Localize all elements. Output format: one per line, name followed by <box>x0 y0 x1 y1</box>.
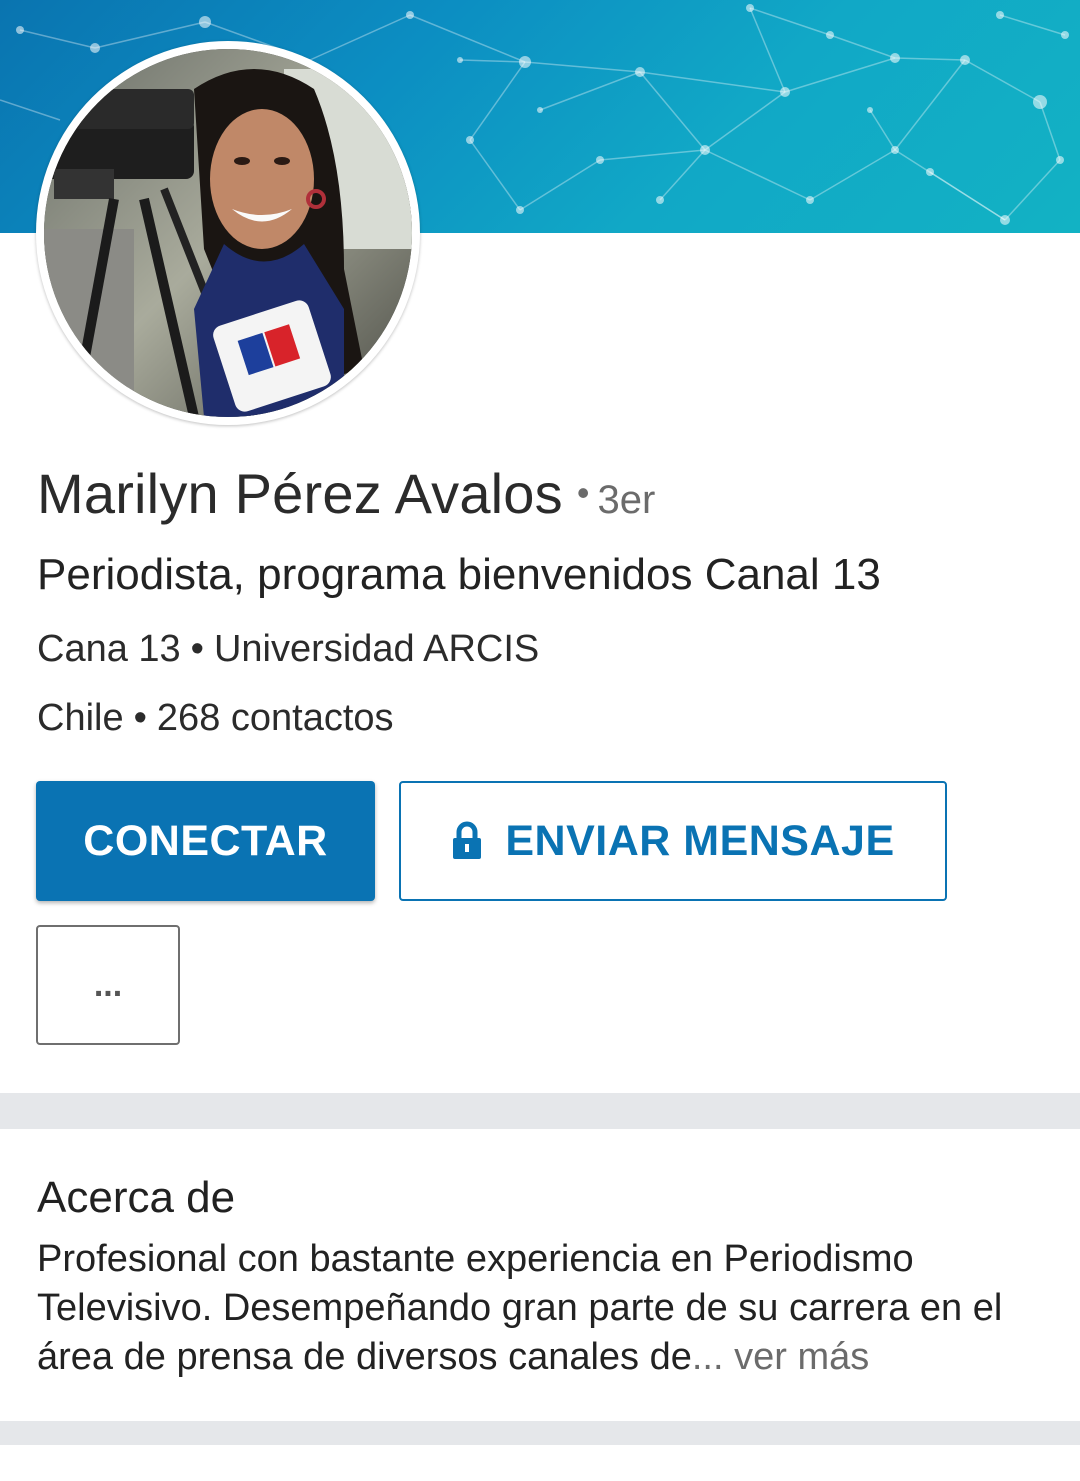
connect-button-label: CONECTAR <box>83 816 328 865</box>
profile-location-connections: Chile • 268 contactos <box>37 697 394 740</box>
profile-photo <box>44 49 412 417</box>
profile-company[interactable]: Cana 13 <box>37 628 181 670</box>
send-message-button[interactable]: ENVIAR MENSAJE <box>399 781 947 901</box>
see-more-link[interactable]: ver más <box>734 1336 869 1378</box>
profile-headline: Periodista, programa bienvenidos Canal 1… <box>37 550 881 599</box>
connection-degree: 3er <box>597 478 656 522</box>
section-divider <box>0 1093 1080 1129</box>
connect-button[interactable]: CONECTAR <box>36 781 375 901</box>
more-options-label: ... <box>93 965 123 1004</box>
separator: • <box>133 697 147 739</box>
separator: • <box>190 628 204 670</box>
degree-separator: • <box>576 472 590 513</box>
about-ellipsis: ... <box>691 1336 724 1378</box>
profile-name-line: Marilyn Pérez Avalos • 3er <box>37 458 655 544</box>
profile-company-school: Cana 13 • Universidad ARCIS <box>37 628 539 671</box>
profile-school[interactable]: Universidad ARCIS <box>214 628 539 670</box>
avatar[interactable] <box>36 41 420 425</box>
profile-connections[interactable]: 268 contactos <box>157 697 394 739</box>
about-section-text: Profesional con bastante experiencia en … <box>37 1235 1057 1382</box>
more-options-button[interactable]: ... <box>36 925 180 1045</box>
profile-location: Chile <box>37 697 124 739</box>
about-section-title: Acerca de <box>37 1173 236 1222</box>
send-message-label: ENVIAR MENSAJE <box>505 816 895 865</box>
profile-name: Marilyn Pérez Avalos <box>37 462 563 525</box>
section-divider <box>0 1421 1080 1445</box>
lock-icon <box>453 821 482 859</box>
